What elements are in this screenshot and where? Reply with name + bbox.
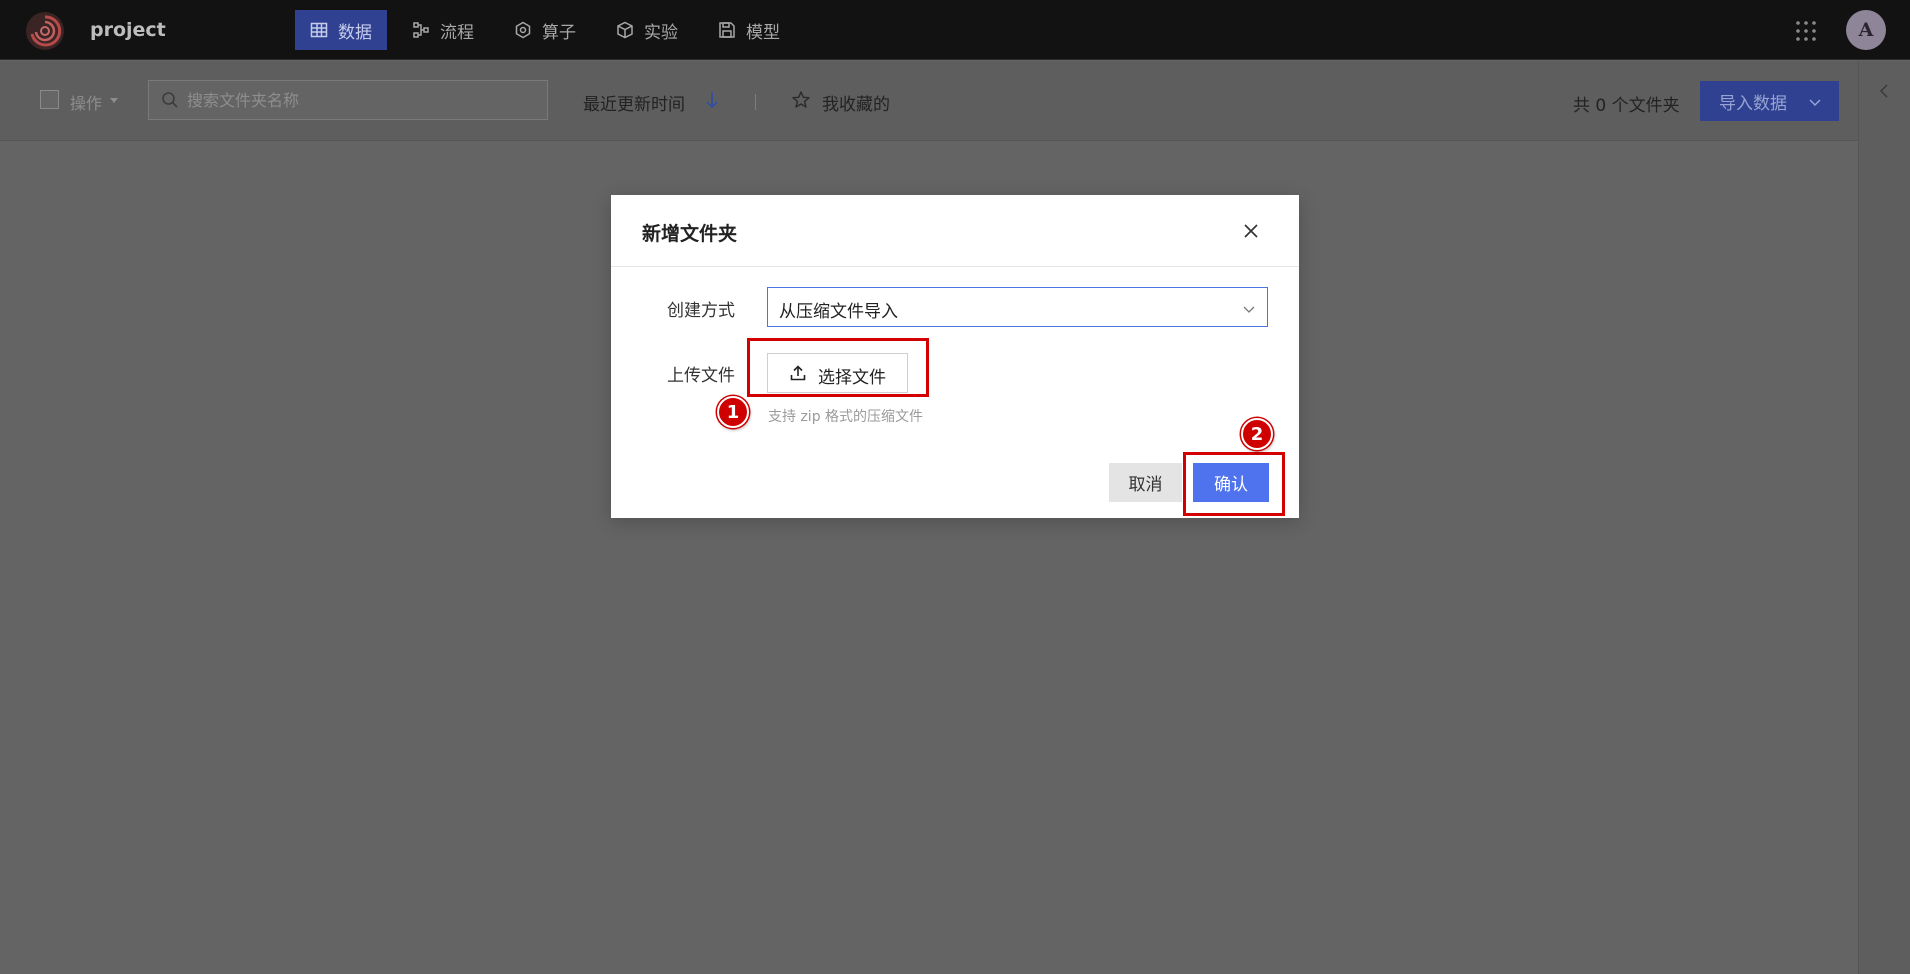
step-2-marker: 2 (1241, 418, 1273, 450)
step-1-marker: 1 (717, 396, 749, 428)
create-method-value: 从压缩文件导入 (779, 302, 898, 322)
operations-dropdown[interactable]: 操作 (70, 90, 102, 114)
select-all-checkbox[interactable] (40, 90, 59, 109)
import-data-label: 导入数据 (1719, 93, 1787, 114)
create-method-select[interactable]: 从压缩文件导入 (767, 287, 1268, 327)
import-data-button[interactable]: 导入数据 (1700, 81, 1839, 121)
toolbar: 操作 最近更新时间 我收藏的 共 0 个文件夹 导入数据 (0, 61, 1858, 141)
nav-item-operator[interactable]: 算子 (499, 10, 591, 50)
upload-file-label: 上传文件 (667, 366, 735, 386)
create-method-label: 创建方式 (667, 301, 735, 321)
top-navigation-bar: project 数据 流程 算子 实验 模型 A (0, 0, 1910, 60)
nav-item-data[interactable]: 数据 (295, 10, 387, 50)
close-icon[interactable] (1242, 222, 1260, 240)
chevron-down-icon (1808, 94, 1822, 108)
save-icon (718, 21, 736, 39)
operator-icon (514, 21, 532, 39)
nav-item-workflow[interactable]: 流程 (397, 10, 489, 50)
table-icon (310, 21, 328, 39)
toolbar-divider (755, 94, 756, 110)
chevron-down-icon (1242, 301, 1256, 315)
cancel-button[interactable]: 取消 (1109, 463, 1182, 502)
dialog-header: 新增文件夹 (611, 195, 1299, 267)
user-avatar[interactable]: A (1846, 10, 1886, 50)
nav-item-label: 数据 (338, 22, 372, 43)
upload-hint: 支持 zip 格式的压缩文件 (768, 409, 924, 425)
dialog-title: 新增文件夹 (642, 223, 738, 245)
nav-item-label: 实验 (644, 22, 678, 43)
step-2-highlight (1183, 452, 1285, 516)
star-icon[interactable] (791, 90, 811, 110)
my-favorites-filter[interactable]: 我收藏的 (822, 90, 890, 115)
cube-icon (616, 21, 634, 39)
nav-item-model[interactable]: 模型 (703, 10, 795, 50)
app-logo-icon[interactable] (26, 12, 64, 50)
nav-item-label: 算子 (542, 22, 576, 43)
chevron-left-icon[interactable] (1877, 83, 1891, 99)
search-box (148, 80, 548, 120)
step-1-highlight (747, 338, 929, 397)
nav-item-label: 模型 (746, 22, 780, 43)
search-icon (161, 91, 179, 109)
project-name[interactable]: project (90, 19, 166, 41)
workflow-icon (412, 21, 430, 39)
sort-by-updated-time[interactable]: 最近更新时间 (583, 90, 685, 115)
caret-down-icon (110, 98, 118, 103)
search-input[interactable] (187, 81, 537, 119)
main-nav: 数据 流程 算子 实验 模型 (295, 10, 805, 50)
nav-item-experiment[interactable]: 实验 (601, 10, 693, 50)
apps-grid-icon[interactable] (1795, 20, 1817, 42)
arrow-down-icon[interactable] (704, 90, 720, 110)
nav-item-label: 流程 (440, 22, 474, 43)
right-side-panel (1858, 61, 1910, 974)
folder-count: 共 0 个文件夹 (1573, 96, 1680, 116)
